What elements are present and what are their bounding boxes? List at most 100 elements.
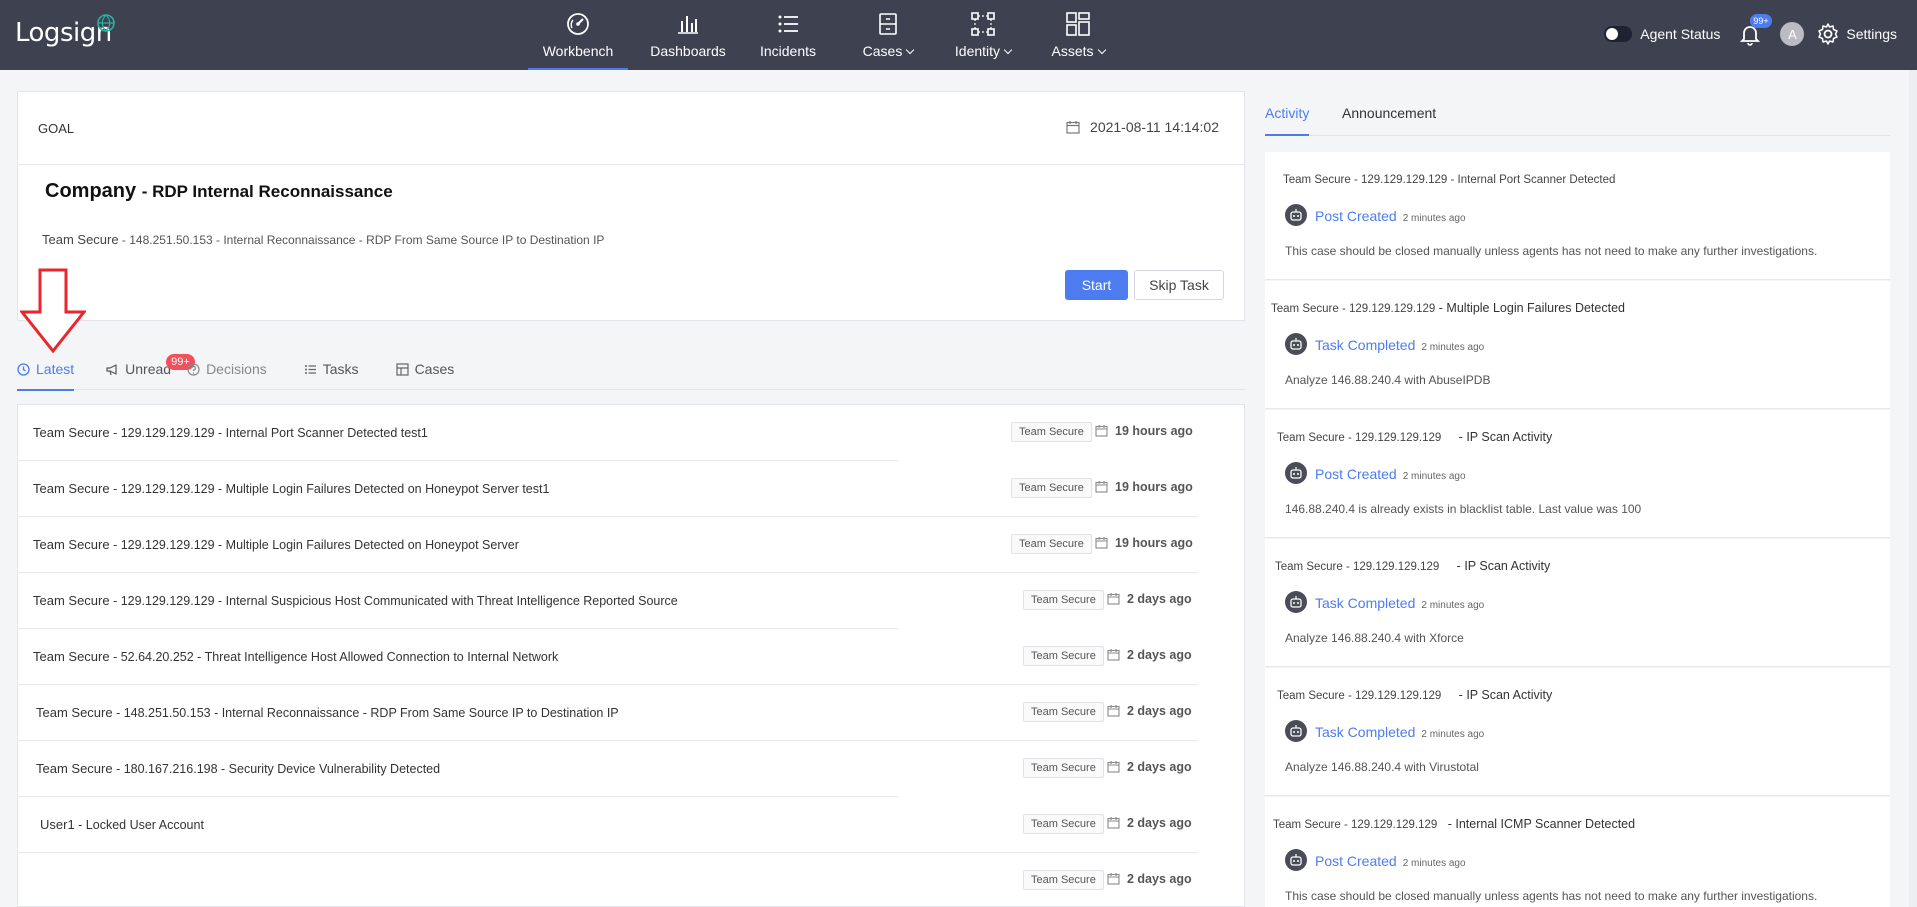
nav-cases-label: Cases (863, 43, 915, 59)
avatar[interactable]: A (1780, 22, 1805, 46)
right-panel-tabs: Activity Announcement (1265, 100, 1890, 136)
list-item[interactable]: Team Secure - 52.64.20.252 - Threat Inte… (18, 629, 1244, 685)
activity-time: 2 minutes ago (1402, 858, 1466, 869)
skip-task-button[interactable]: Skip Task (1134, 270, 1224, 300)
nav-assets-label: Assets (1051, 43, 1106, 59)
goal-title: Company - RDP Internal Reconnaissance (45, 180, 393, 203)
list-item[interactable]: Team Secure - 129.129.129.129 - Internal… (18, 573, 1244, 629)
activity-action[interactable]: Task Completed 2 minutes ago (1315, 337, 1484, 353)
goal-header: GOAL 2021-08-11 14:14:02 (18, 92, 1244, 165)
main-nav: Workbench Dashboards Incidents Cases Ide… (528, 0, 1128, 70)
bot-avatar-icon (1285, 849, 1307, 871)
activity-item[interactable]: Team Secure - 129.129.129.129 - Internal… (1265, 152, 1890, 280)
nav-dashboards[interactable]: Dashboards (638, 0, 738, 70)
activity-title: Team Secure - 129.129.129.129 - Multiple… (1271, 301, 1625, 315)
list-item-time: 19 hours ago (1115, 424, 1193, 438)
list-item-time: 19 hours ago (1115, 480, 1193, 494)
question-circle-icon (187, 363, 200, 376)
activity-action[interactable]: Task Completed 2 minutes ago (1315, 595, 1484, 611)
activity-item[interactable]: Team Secure - 129.129.129.129 - IP Scan … (1265, 410, 1890, 538)
activity-body: This case should be closed manually unle… (1285, 889, 1818, 903)
task-list-icon (304, 365, 316, 374)
notifications-button[interactable]: 99+ (1738, 14, 1772, 46)
calendar-icon (1107, 873, 1120, 885)
logo-globe-icon (97, 14, 115, 32)
list-item-time: 2 days ago (1127, 816, 1192, 830)
activity-action[interactable]: Post Created 2 minutes ago (1315, 466, 1466, 482)
calendar-icon (1107, 817, 1120, 829)
goal-desc-team: Team Secure (42, 232, 119, 247)
gear-icon[interactable] (1816, 22, 1840, 46)
activity-time: 2 minutes ago (1402, 471, 1466, 482)
activity-action[interactable]: Post Created 2 minutes ago (1315, 208, 1466, 224)
activity-item[interactable]: Team Secure - 129.129.129.129 - Internal… (1265, 797, 1890, 907)
activity-time: 2 minutes ago (1421, 600, 1485, 611)
nav-assets[interactable]: Assets (1028, 0, 1128, 70)
nav-identity[interactable]: Identity (938, 0, 1028, 70)
gauge-icon (567, 13, 589, 35)
activity-item[interactable]: Team Secure - 129.129.129.129 - Multiple… (1265, 281, 1890, 409)
tab-tasks[interactable]: Tasks (304, 357, 359, 390)
goal-label: GOAL (38, 121, 75, 136)
tab-latest[interactable]: Latest (17, 357, 75, 391)
activity-title: Team Secure - 129.129.129.129 - Internal… (1283, 174, 1616, 186)
list-item-text: Team Secure - 148.251.50.153 - Internal … (36, 705, 619, 720)
list-item[interactable]: Team Secure - 148.251.50.153 - Internal … (18, 685, 1244, 741)
team-tag: Team Secure (1023, 870, 1104, 890)
bot-avatar-icon (1285, 462, 1307, 484)
tab-cases[interactable]: Cases (395, 357, 455, 390)
list-item-text: Team Secure - 129.129.129.129 - Internal… (33, 425, 428, 440)
activity-action[interactable]: Task Completed 2 minutes ago (1315, 724, 1484, 740)
calendar-icon (1095, 425, 1108, 437)
tab-cases-label: Cases (414, 361, 455, 377)
nav-workbench-label: Workbench (542, 43, 614, 59)
list-item-text: Team Secure - 129.129.129.129 - Multiple… (33, 481, 550, 496)
team-tag: Team Secure (1011, 422, 1092, 442)
identity-nodes-icon (971, 12, 995, 36)
nav-workbench[interactable]: Workbench (528, 0, 628, 70)
list-item-time: 2 days ago (1127, 648, 1192, 662)
activity-body: Analyze 146.88.240.4 with Virustotal (1285, 760, 1479, 774)
list-item[interactable]: User1 - Locked User Account Team Secure … (18, 797, 1244, 853)
nav-incidents-label: Incidents (759, 43, 817, 59)
list-item[interactable]: Team Secure - 129.129.129.129 - Multiple… (18, 461, 1244, 517)
activity-item[interactable]: Team Secure - 129.129.129.129 - IP Scan … (1265, 668, 1890, 796)
bot-avatar-icon (1285, 720, 1307, 742)
list-item[interactable]: Team Secure - 129.129.129.129 - Multiple… (18, 517, 1244, 573)
chevron-down-icon (906, 45, 915, 55)
activity-title: Team Secure - 129.129.129.129 - Internal… (1273, 817, 1636, 831)
start-button[interactable]: Start (1065, 270, 1128, 300)
calendar-icon (1107, 649, 1120, 661)
nav-cases[interactable]: Cases (838, 0, 938, 70)
list-item-text: Team Secure - 52.64.20.252 - Threat Inte… (33, 649, 559, 664)
activity-title: Team Secure - 129.129.129.129 - IP Scan … (1277, 430, 1553, 444)
nav-dashboards-label: Dashboards (650, 43, 726, 59)
tab-activity[interactable]: Activity (1265, 105, 1310, 136)
settings-link[interactable]: Settings (1846, 26, 1897, 42)
list-item[interactable]: Team Secure - 129.129.129.129 - Internal… (18, 405, 1244, 461)
list-item[interactable]: Team Secure 2 days ago (18, 853, 1244, 906)
list-item-time: 2 days ago (1127, 704, 1192, 718)
calendar-icon (1095, 537, 1108, 549)
calendar-icon (1095, 481, 1108, 493)
latest-feed-list: Team Secure - 129.129.129.129 - Internal… (17, 404, 1245, 907)
list-item-text: Team Secure - 180.167.216.198 - Security… (36, 761, 441, 776)
tab-decisions[interactable]: Decisions (187, 357, 267, 390)
feed-tabs: Latest Unread 99+ Decisions Tasks Cases (17, 354, 1245, 391)
red-down-arrow-annotation-icon (20, 268, 86, 353)
bot-avatar-icon (1285, 333, 1307, 355)
list-item-time: 2 days ago (1127, 592, 1192, 606)
agent-status-toggle[interactable] (1604, 26, 1633, 42)
list-item[interactable]: Team Secure - 180.167.216.198 - Security… (18, 741, 1244, 797)
goal-card: GOAL 2021-08-11 14:14:02 Company - RDP I… (17, 91, 1245, 321)
list-icon (778, 15, 798, 33)
nav-incidents[interactable]: Incidents (738, 0, 838, 70)
tab-unread[interactable]: Unread 99+ (106, 354, 195, 390)
tab-announcement[interactable]: Announcement (1342, 105, 1436, 136)
activity-item[interactable]: Team Secure - 129.129.129.129 - IP Scan … (1265, 539, 1890, 667)
tab-decisions-label: Decisions (206, 361, 267, 377)
activity-action[interactable]: Post Created 2 minutes ago (1315, 853, 1466, 869)
page-scrollbar[interactable] (1909, 70, 1917, 907)
activity-title: Team Secure - 129.129.129.129 - IP Scan … (1277, 688, 1553, 702)
list-item-time: 2 days ago (1127, 760, 1192, 774)
